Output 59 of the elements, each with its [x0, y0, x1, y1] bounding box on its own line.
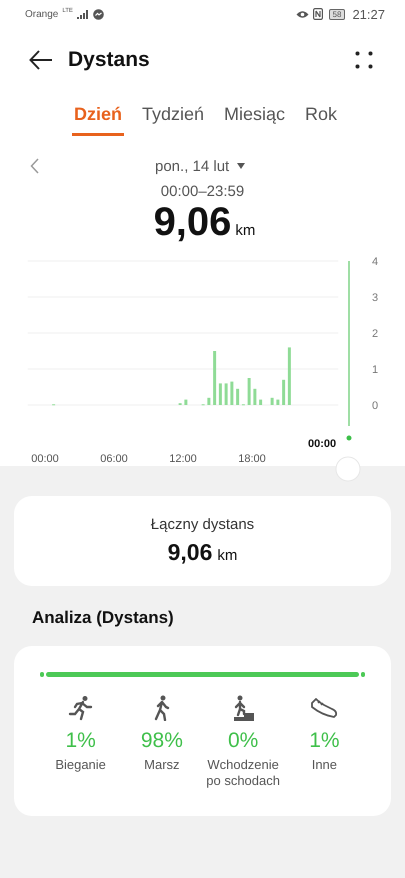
more-options-icon[interactable]	[355, 51, 373, 69]
chart-bar	[236, 388, 240, 405]
date-picker[interactable]: pon., 14 lut	[155, 158, 246, 174]
period-tab[interactable]: Rok	[303, 102, 340, 136]
section-title: Analiza (Dystans)	[32, 608, 175, 628]
shoe-icon	[310, 695, 338, 721]
chart-bar	[259, 400, 262, 405]
y-tick-label: 1	[372, 364, 378, 376]
carrier-name: Orange	[25, 8, 58, 20]
chart-bar	[270, 398, 274, 405]
chart-bar	[288, 347, 291, 405]
time-range: 00:00–23:59	[160, 183, 246, 200]
y-tick-label: 3	[372, 292, 378, 304]
chart-bar	[248, 378, 251, 405]
caret-icon	[237, 163, 246, 169]
nfc-icon	[312, 8, 323, 20]
clock-time: 21:27	[352, 6, 385, 22]
chart-bar	[224, 383, 228, 405]
page-title: Dystans	[68, 48, 150, 72]
eye-icon	[296, 10, 309, 18]
cursor-time: 00:00	[308, 438, 336, 450]
total-value: 9,06	[168, 539, 212, 566]
chart-bar	[282, 380, 286, 405]
chart-bar	[207, 398, 210, 405]
x-tick-label: 12:00	[169, 453, 197, 465]
distance-value: 9,06	[154, 200, 232, 245]
period-tab[interactable]: Tydzień	[140, 102, 206, 136]
chart-bar	[184, 400, 188, 405]
activity-label: Inne	[312, 757, 338, 773]
activity-percent: 1%	[309, 729, 340, 753]
total-unit: km	[217, 547, 238, 564]
chart-bar	[230, 382, 234, 405]
activity-label: Marsz	[144, 757, 180, 773]
runner-icon	[68, 695, 94, 721]
chart-bar	[276, 400, 280, 405]
x-tick-label: 00:00	[31, 453, 59, 465]
y-tick-label: 2	[372, 328, 378, 340]
signal-icon	[76, 10, 89, 18]
activity-label: Bieganie	[55, 757, 106, 773]
x-tick-label: 18:00	[238, 453, 266, 465]
total-label: Łączny dystans	[150, 516, 254, 533]
distance-unit: km	[235, 222, 256, 239]
activity-percent: 0%	[228, 729, 258, 753]
period-tab[interactable]: Miesiąc	[222, 102, 288, 136]
activity-percent: 98%	[140, 729, 183, 753]
x-tick-label: 06:00	[100, 453, 128, 465]
chart-bar	[218, 383, 222, 405]
battery-indicator: 58	[328, 8, 346, 20]
slider-handle[interactable]	[336, 456, 360, 482]
y-tick-label: 4	[372, 256, 378, 268]
back-arrow-icon[interactable]	[29, 50, 53, 70]
previous-day-icon[interactable]	[30, 158, 39, 174]
messenger-icon	[92, 8, 104, 20]
cursor-dot	[346, 436, 352, 440]
y-tick-label: 0	[372, 400, 378, 412]
chart-bar	[213, 351, 216, 405]
chart-bar	[253, 388, 256, 405]
activity-label: Wchodzenie po schodach	[205, 757, 281, 788]
activity-percent: 1%	[65, 729, 96, 753]
